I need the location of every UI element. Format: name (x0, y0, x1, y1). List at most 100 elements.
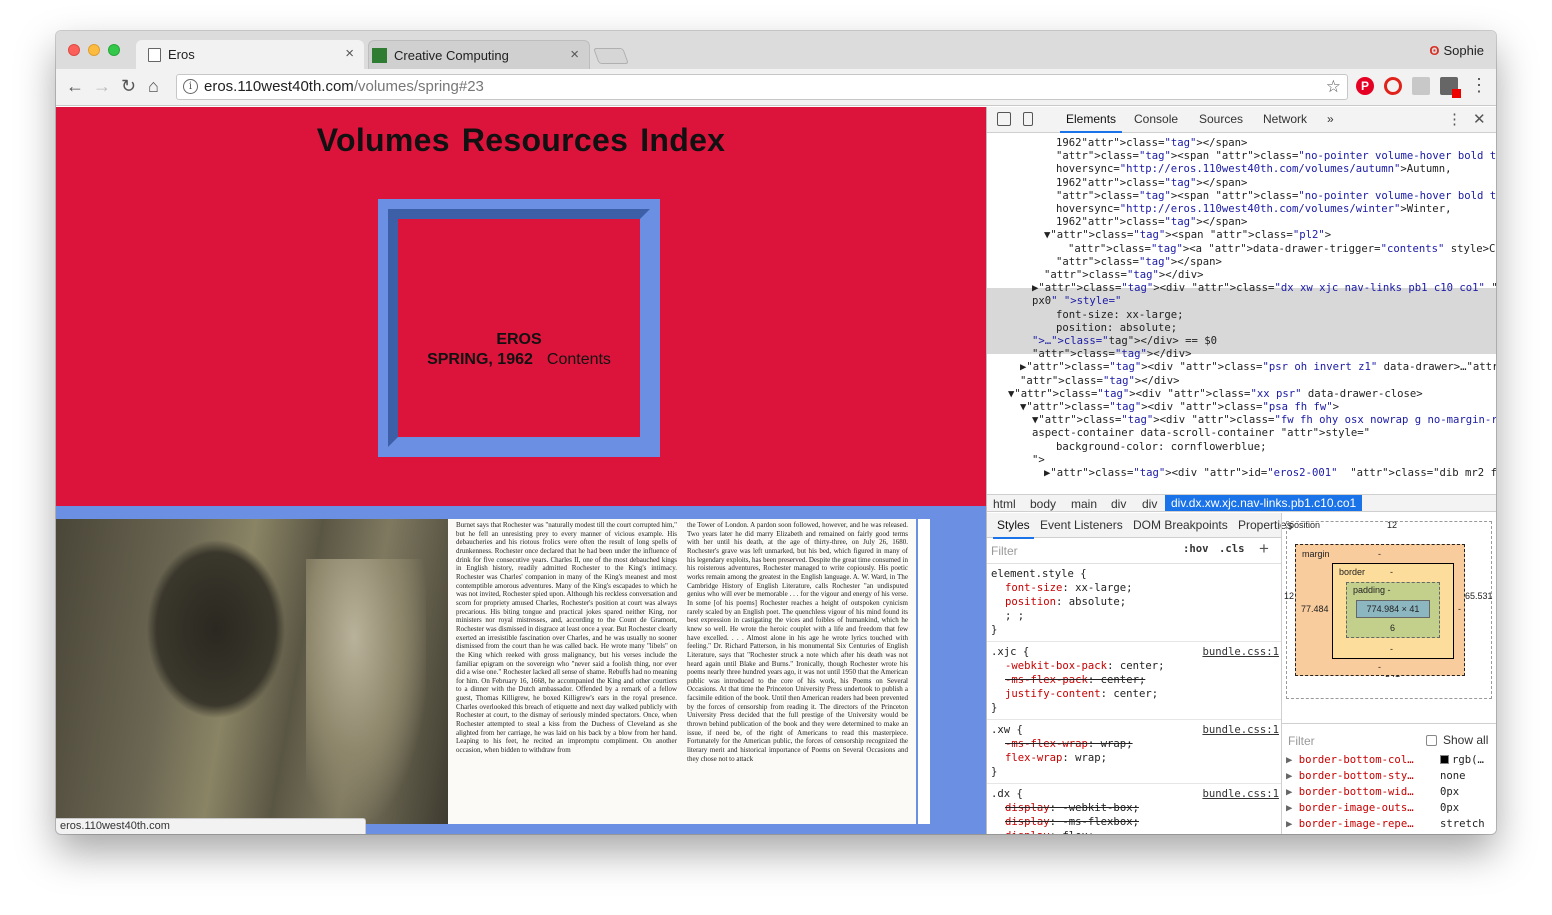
hover-state-toggle[interactable]: :hov (1183, 543, 1209, 555)
expand-triangle-icon[interactable]: ▶ (1286, 754, 1299, 766)
dom-node-line[interactable]: "attr">class="tag"></span> (1056, 256, 1496, 269)
computed-property-row[interactable]: ▶ border-bottom-wid… 0px (1286, 786, 1496, 798)
profile-button[interactable]: ʘ Sophie (1429, 43, 1484, 58)
expand-triangle-icon[interactable]: ▶ (1286, 802, 1299, 814)
forward-arrow-icon[interactable]: → (93, 76, 111, 97)
css-property[interactable]: -webkit-box-pack: center; (1005, 660, 1164, 672)
dom-node-line[interactable]: "attr">class="tag"><a "attr">data-drawer… (1068, 243, 1496, 256)
rule-source-link[interactable]: bundle.css:1 (1202, 724, 1279, 736)
dom-node-line[interactable]: hoversync="http://eros.110west40th.com/v… (1056, 203, 1496, 216)
contents-link[interactable]: Contents (547, 351, 611, 368)
browser-menu-icon[interactable]: ⋮ (1470, 75, 1488, 96)
more-tabs-icon[interactable]: » (1327, 112, 1334, 126)
crumb-div[interactable]: div (1111, 497, 1126, 511)
tab-dom-breakpoints[interactable]: DOM Breakpoints (1133, 518, 1228, 532)
site-info-icon[interactable]: i (183, 79, 198, 94)
css-property[interactable]: display: -ms-flexbox; (1005, 816, 1139, 828)
url-text[interactable]: eros.110west40th.com/volumes/spring#23 (204, 78, 484, 95)
tab-close-icon[interactable]: × (570, 46, 579, 63)
rule-selector[interactable]: .dx { (991, 788, 1023, 800)
dom-node-line[interactable]: 1962"attr">class="tag"></span> (1056, 177, 1496, 190)
dom-node-line[interactable]: font-size: xx-large; (1056, 309, 1496, 322)
new-rule-icon[interactable]: + (1259, 539, 1269, 559)
dom-node-line[interactable]: 1962"attr">class="tag"></span> (1056, 137, 1496, 150)
css-property[interactable]: justify-content: center; (1005, 688, 1158, 700)
dom-node-line[interactable]: ▼"attr">class="tag"><div "attr">class="p… (1020, 401, 1496, 414)
dom-node-line[interactable]: ▶"attr">class="tag"><div "attr">class="d… (1032, 282, 1496, 295)
inspect-element-icon[interactable] (997, 112, 1011, 126)
window-maximize-button[interactable] (108, 44, 120, 56)
computed-property-row[interactable]: ▶ border-image-repe… stretch (1286, 818, 1496, 830)
rule-source-link[interactable]: bundle.css:1 (1202, 788, 1279, 800)
tab-sources[interactable]: Sources (1199, 112, 1243, 126)
devtools-menu-icon[interactable]: ⋮ (1447, 110, 1462, 128)
expand-triangle-icon[interactable]: ▶ (1286, 770, 1299, 782)
dom-node-line[interactable]: hoversync="http://eros.110west40th.com/v… (1056, 163, 1496, 176)
dom-node-line[interactable]: "> (1032, 454, 1496, 467)
css-property[interactable]: -ms-flex-wrap: wrap; (1005, 738, 1133, 750)
dom-node-line[interactable]: ▼"attr">class="tag"><span "attr">class="… (1044, 229, 1496, 242)
volume-cover[interactable]: EROS SPRING, 1962 Contents (378, 199, 660, 457)
expand-triangle-icon[interactable]: ▶ (1286, 818, 1299, 830)
window-close-button[interactable] (68, 44, 80, 56)
dom-node-line[interactable]: px0" ">style=" (1032, 295, 1496, 308)
tab-elements[interactable]: Elements (1059, 112, 1123, 133)
nav-resources-link[interactable]: Resources (462, 122, 628, 158)
dom-node-line[interactable]: ▼"attr">class="tag"><div "attr">class="x… (1008, 388, 1496, 401)
dom-node-line[interactable]: "attr">class="tag"></div> (1020, 375, 1496, 388)
dom-node-line[interactable]: ▶"attr">class="tag"><div "attr">id="eros… (1044, 467, 1496, 480)
computed-property-row[interactable]: ▶ border-image-outs… 0px (1286, 802, 1496, 814)
back-arrow-icon[interactable]: ← (66, 76, 84, 97)
expand-triangle-icon[interactable]: ▶ (1286, 786, 1299, 798)
css-property[interactable]: -ms-flex-pack: center; (1005, 674, 1145, 686)
crumb-div[interactable]: div (1142, 497, 1157, 511)
bookmark-star-icon[interactable]: ☆ (1326, 77, 1341, 97)
dom-node-line[interactable]: ▶"attr">class="tag"><div "attr">class="p… (1020, 361, 1496, 374)
dom-node-line[interactable]: background-color: cornflowerblue; (1056, 441, 1496, 454)
crumb-main[interactable]: main (1071, 497, 1097, 511)
address-bar[interactable]: i eros.110west40th.com/volumes/spring#23… (176, 74, 1348, 100)
computed-property-row[interactable]: ▶ border-bottom-col… rgb(… (1286, 754, 1496, 766)
crumb-html[interactable]: html (993, 497, 1016, 511)
eyedropper-extension-icon[interactable] (1440, 77, 1461, 98)
rule-source-link[interactable]: bundle.css:1 (1202, 646, 1279, 658)
css-property[interactable]: position: absolute; (1005, 596, 1126, 608)
css-property[interactable]: flex-wrap: wrap; (1005, 752, 1107, 764)
crumb-selected[interactable]: div.dx.xw.xjc.nav-links.pb1.c10.co1 (1165, 495, 1363, 511)
opera-extension-icon[interactable] (1384, 77, 1402, 95)
extension-icon[interactable] (1412, 77, 1430, 95)
new-tab-button[interactable] (593, 48, 629, 64)
nav-index-link[interactable]: Index (640, 122, 725, 158)
tab-close-icon[interactable]: × (345, 45, 354, 62)
css-property[interactable]: font-size: xx-large; (1005, 582, 1133, 594)
window-minimize-button[interactable] (88, 44, 100, 56)
computed-filter[interactable]: Filter (1288, 734, 1315, 748)
tab-eros[interactable]: Eros × (136, 40, 364, 69)
css-property[interactable]: display: -webkit-box; (1005, 802, 1139, 814)
dom-node-line[interactable]: ">…">class="tag"></div> == $0 (1032, 335, 1496, 348)
tab-event-listeners[interactable]: Event Listeners (1040, 518, 1123, 532)
dom-node-line[interactable]: position: absolute; (1056, 322, 1496, 335)
device-toolbar-icon[interactable] (1023, 112, 1033, 126)
rule-selector[interactable]: element.style { (991, 568, 1087, 580)
rule-selector[interactable]: .xjc { (991, 646, 1029, 658)
tab-creative-computing[interactable]: Creative Computing × (368, 40, 590, 69)
tab-console[interactable]: Console (1134, 112, 1178, 126)
dom-node-line[interactable]: "attr">class="tag"><span "attr">class="n… (1056, 150, 1496, 163)
tab-network[interactable]: Network (1263, 112, 1307, 126)
reload-icon[interactable]: ↻ (121, 76, 136, 97)
class-toggle[interactable]: .cls (1219, 543, 1245, 555)
dom-node-line[interactable]: "attr">class="tag"></div> (1032, 348, 1496, 361)
devtools-close-icon[interactable]: ✕ (1473, 110, 1486, 128)
dom-node-line[interactable]: "attr">class="tag"><span "attr">class="n… (1056, 190, 1496, 203)
dom-node-line[interactable]: aspect-container data-scroll-container "… (1032, 427, 1496, 440)
dom-node-line[interactable]: "attr">class="tag"></div> (1044, 269, 1496, 282)
nav-volumes-link[interactable]: Volumes (317, 122, 450, 158)
css-property[interactable]: ; ; (1005, 610, 1024, 622)
dom-node-line[interactable]: ▼"attr">class="tag"><div "attr">class="f… (1032, 414, 1496, 427)
pinterest-extension-icon[interactable]: P (1356, 77, 1374, 95)
crumb-body[interactable]: body (1030, 497, 1056, 511)
styles-filter[interactable]: Filter :hov .cls + (987, 538, 1281, 564)
dom-node-line[interactable]: 1962"attr">class="tag"></span> (1056, 216, 1496, 229)
computed-property-row[interactable]: ▶ border-bottom-sty… none (1286, 770, 1496, 782)
